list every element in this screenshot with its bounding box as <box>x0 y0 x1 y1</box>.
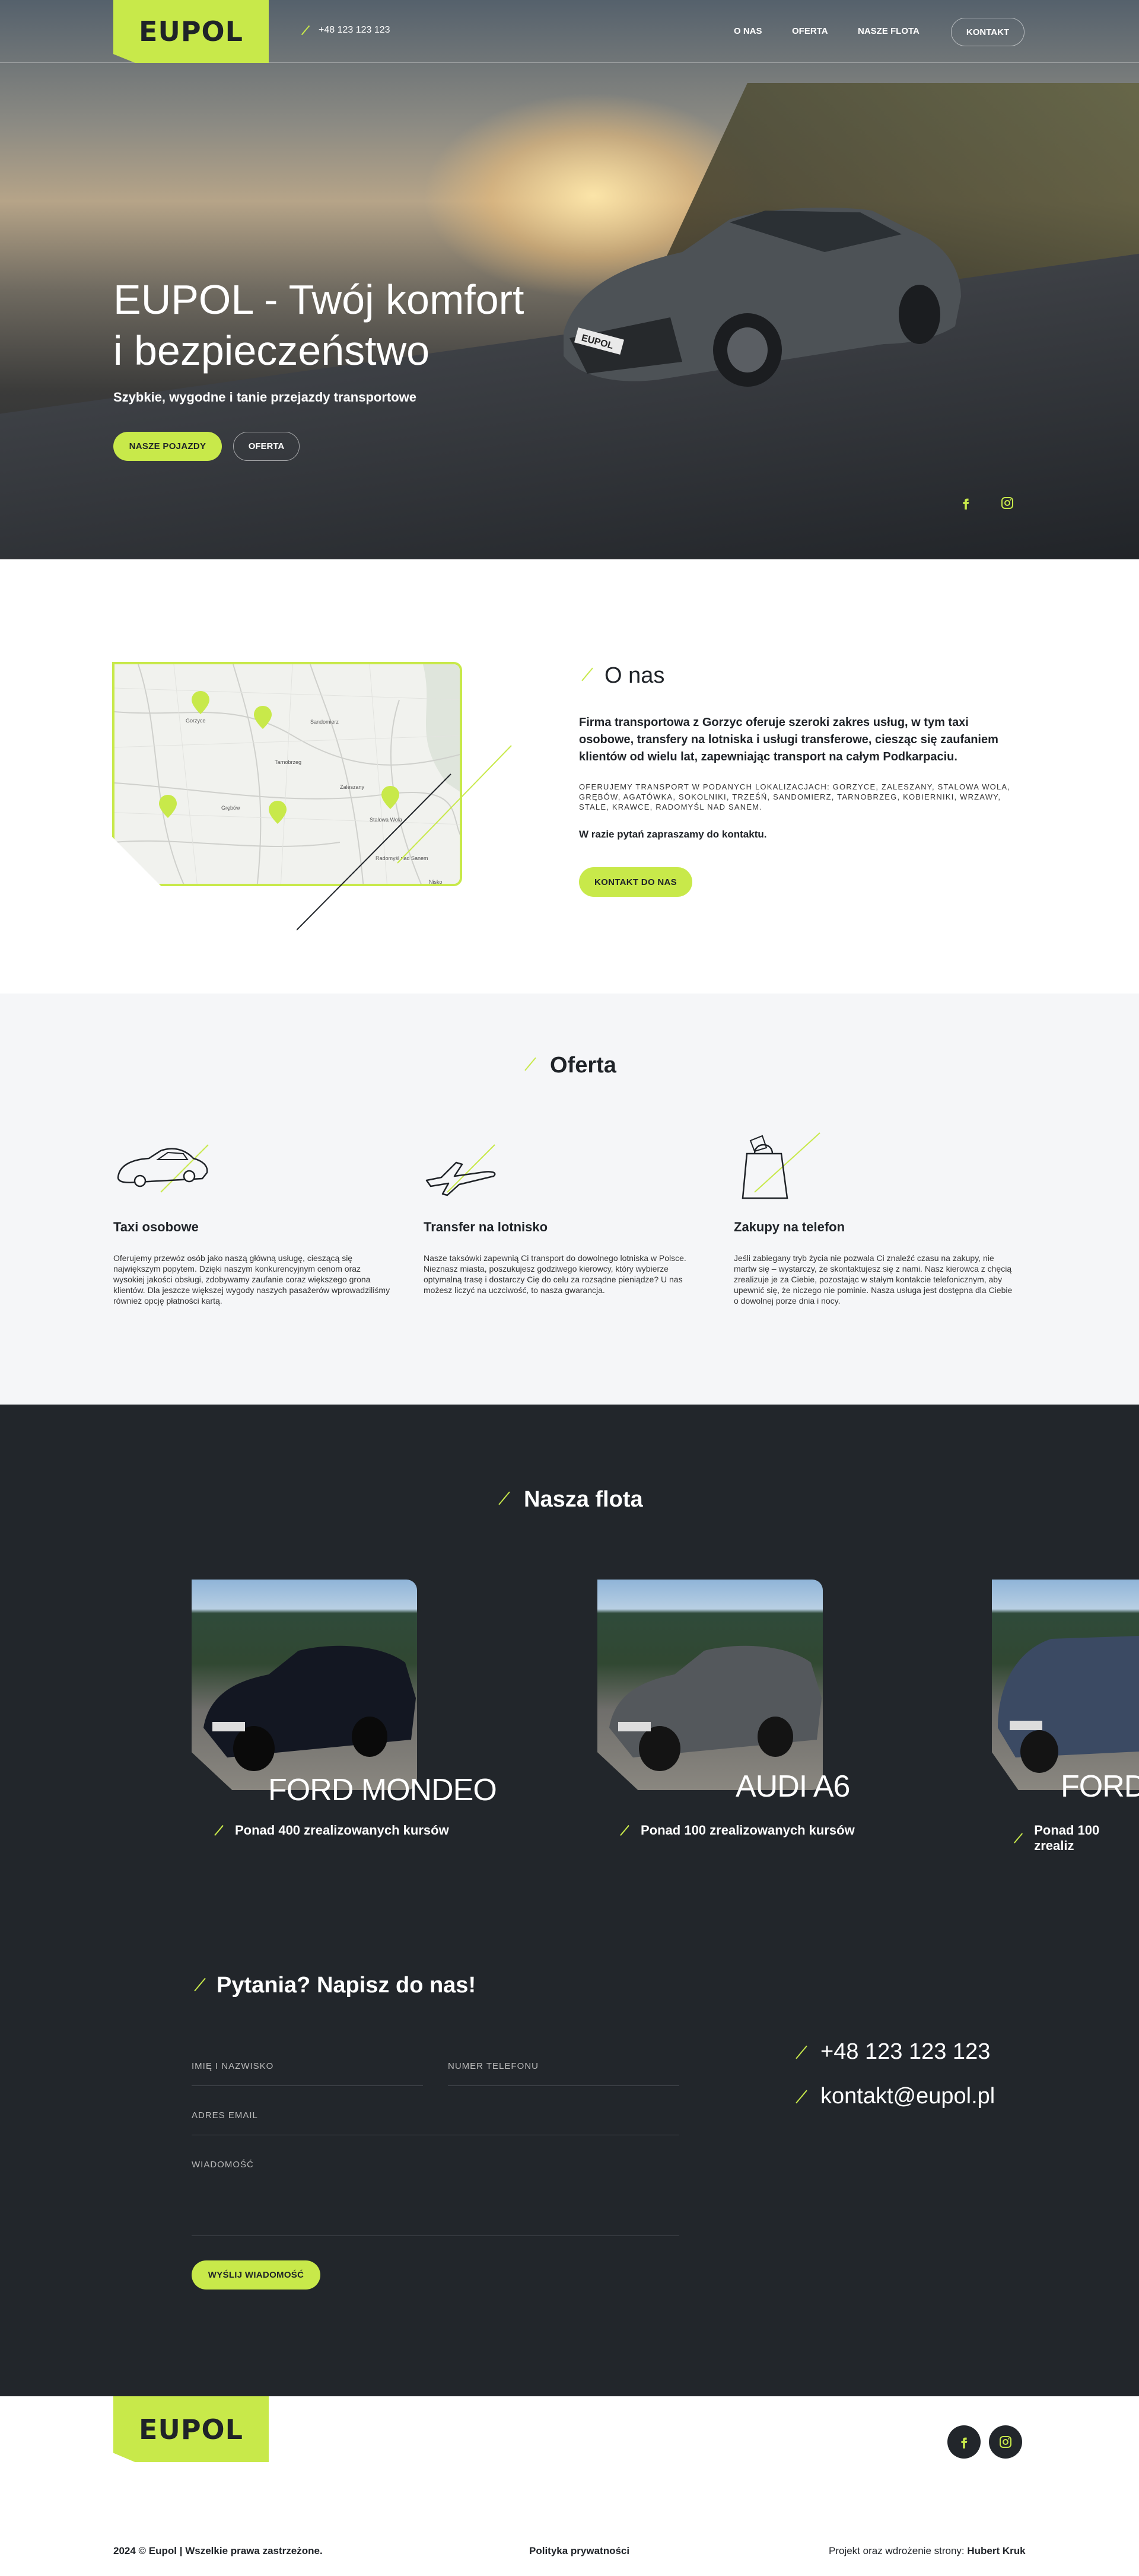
instagram-icon <box>1000 2436 1011 2448</box>
about-locations-text: OFERUJEMY TRANSPORT W PODANYCH LOKALIZAC… <box>579 782 1011 811</box>
header-phone-text: +48 123 123 123 <box>319 25 390 35</box>
nav-offer[interactable]: OFERTA <box>792 26 828 36</box>
map-label-sandomierz: Sandomierz <box>310 719 339 725</box>
fleet-car-image[interactable] <box>597 1580 823 1790</box>
email-field-label: ADRES EMAIL <box>192 2110 258 2120</box>
contact-form-title: Pytania? Napisz do nas! <box>217 1973 476 1998</box>
fleet-car-trips: Ponad 100 zrealiz <box>1012 1823 1139 1854</box>
facebook-icon <box>961 2437 968 2448</box>
fleet-car-name: FORD <box>1061 1769 1139 1804</box>
contact-us-button[interactable]: KONTAKT DO NAS <box>579 867 692 897</box>
email-slash-icon <box>796 2090 807 2103</box>
hero-facebook-link[interactable] <box>949 486 982 520</box>
contact-phone[interactable]: +48 123 123 123 <box>793 2039 990 2065</box>
fleet-title-slash-icon <box>496 1491 513 1505</box>
footer-instagram-link[interactable] <box>989 2425 1022 2459</box>
offer-card-shopping: Zakupy na telefon Jeśli zabiegany tryb ż… <box>734 1219 1013 1306</box>
hero-title-line1: EUPOL - Twój komfort <box>113 276 524 323</box>
map-label-gorzyce: Gorzyce <box>186 718 206 724</box>
nav-contact-button[interactable]: KONTAKT <box>951 18 1025 46</box>
contact-email[interactable]: kontakt@eupol.pl <box>793 2084 995 2109</box>
about-title: O nas <box>605 663 665 688</box>
offer-card-text: Nasze taksówki zapewnią Ci transport do … <box>424 1253 686 1295</box>
footer-credit-label: Projekt oraz wdrożenie strony: <box>829 2545 965 2556</box>
footer-logo[interactable]: EUPOL <box>113 2396 269 2462</box>
phone-slash-icon <box>301 25 310 36</box>
name-field[interactable] <box>192 2085 423 2086</box>
fleet-car-name: AUDI A6 <box>736 1769 850 1804</box>
privacy-policy-link[interactable]: Polityka prywatności <box>529 2545 629 2557</box>
nav-fleet[interactable]: NASZE FLOTA <box>858 26 920 36</box>
footer-credit-name[interactable]: Hubert Kruk <box>967 2545 1025 2556</box>
contact-phone-text: +48 123 123 123 <box>820 2039 991 2064</box>
offer-card-text: Oferujemy przewóz osób jako naszą główną… <box>113 1253 390 1305</box>
ford-van-photo <box>998 1636 1139 1773</box>
fleet-slash-icon <box>1014 1833 1023 1843</box>
send-message-button[interactable]: WYŚLIJ WIADOMOŚĆ <box>192 2260 320 2290</box>
our-vehicles-button[interactable]: NASZE POJAZDY <box>113 432 222 461</box>
hero-instagram-link[interactable] <box>991 486 1024 520</box>
name-field-label: IMIĘ I NAZWISKO <box>192 2061 274 2071</box>
hero-subtitle: Szybkie, wygodne i tanie przejazdy trans… <box>113 390 417 405</box>
audi-a6-photo <box>609 1645 822 1771</box>
offer-card-title: Taxi osobowe <box>113 1219 199 1234</box>
header-logo[interactable]: EUPOL <box>113 0 269 63</box>
fleet-slash-icon <box>214 1824 224 1836</box>
fleet-slash-icon <box>620 1824 629 1836</box>
map-decor-lines <box>297 745 512 931</box>
phone-slash-icon <box>796 2045 807 2059</box>
about-lead-text: Firma transportowa z Gorzyc oferuje szer… <box>579 716 998 763</box>
header-phone[interactable]: +48 123 123 123 <box>300 25 390 36</box>
offer-title-slash-icon <box>522 1057 539 1071</box>
car-icon <box>117 1144 209 1193</box>
offer-card-text: Jeśli zabiegany tryb życia nie pozwala C… <box>734 1253 1013 1305</box>
hero-title-line2: i bezpieczeństwo <box>113 327 430 374</box>
offer-card-title: Transfer na lotnisko <box>424 1219 548 1234</box>
offer-title: Oferta <box>550 1053 616 1078</box>
phone-field-label: NUMER TELEFONU <box>448 2061 539 2071</box>
fleet-car-trips-text: Ponad 100 zrealizowanych kursów <box>641 1823 855 1838</box>
offer-card-taxi: Taxi osobowe Oferujemy przewóz osób jako… <box>113 1219 392 1306</box>
fleet-car-trips: Ponad 400 zrealizowanych kursów <box>212 1823 449 1838</box>
about-title-slash-icon <box>579 667 596 682</box>
map-label-grebow: Grębów <box>221 805 240 811</box>
fleet-car-trips-text: Ponad 100 zrealiz <box>1034 1823 1100 1853</box>
fleet-car-image[interactable] <box>192 1580 417 1790</box>
fleet-section <box>0 1405 1139 2396</box>
about-contact-invite: W razie pytań zapraszamy do kontaktu. <box>579 829 767 840</box>
message-field-label: WIADOMOŚĆ <box>192 2160 254 2170</box>
fleet-car-trips-text: Ponad 400 zrealizowanych kursów <box>235 1823 449 1838</box>
fleet-title: Nasza flota <box>524 1487 643 1512</box>
footer-copyright: 2024 © Eupol | Wszelkie prawa zastrzeżon… <box>113 2545 323 2556</box>
form-title-slash-icon <box>192 1978 208 1992</box>
contact-email-text: kontakt@eupol.pl <box>820 2084 995 2109</box>
footer-credit: Projekt oraz wdrożenie strony: Hubert Kr… <box>829 2545 1026 2557</box>
airplane-icon <box>425 1144 496 1196</box>
offer-card-title: Zakupy na telefon <box>734 1219 845 1234</box>
instagram-icon <box>1001 497 1013 509</box>
fleet-car-name: FORD MONDEO <box>268 1773 497 1807</box>
fleet-car-trips: Ponad 100 zrealizowanych kursów <box>618 1823 855 1838</box>
offer-button[interactable]: OFERTA <box>233 432 300 461</box>
phone-field[interactable] <box>448 2085 679 2086</box>
hero-title: EUPOL - Twój komfort i bezpieczeństwo <box>113 274 647 376</box>
offer-card-airport: Transfer na lotnisko Nasze taksówki zape… <box>424 1219 702 1295</box>
footer-facebook-link[interactable] <box>947 2425 981 2459</box>
facebook-icon <box>963 498 969 510</box>
fleet-car-image[interactable] <box>992 1580 1139 1790</box>
ford-mondeo-photo <box>203 1645 416 1771</box>
shopping-bag-icon <box>742 1132 820 1199</box>
nav-about[interactable]: O NAS <box>734 26 762 36</box>
